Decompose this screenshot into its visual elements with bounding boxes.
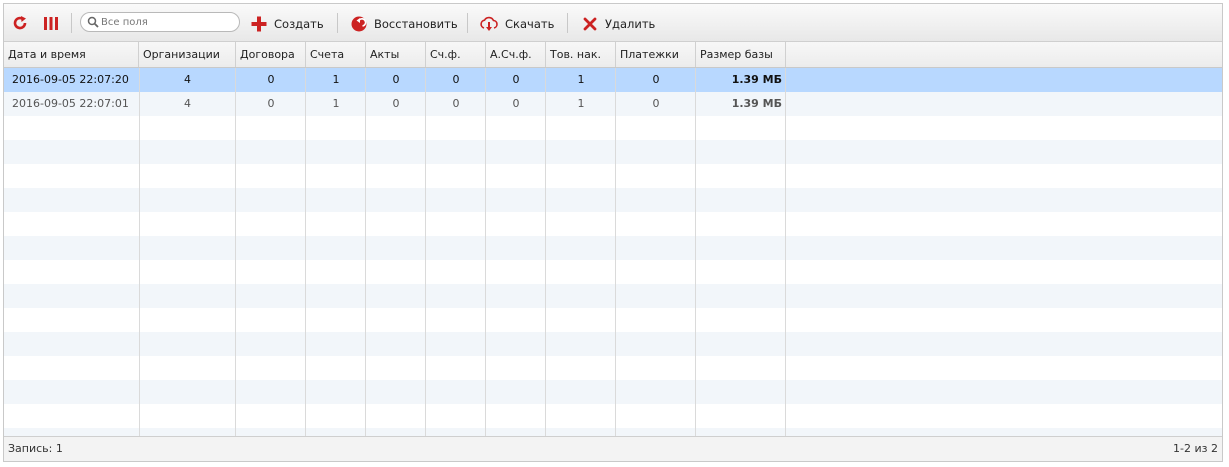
row-stripe xyxy=(4,188,1222,212)
column-divider xyxy=(139,68,140,438)
cell-payments: 0 xyxy=(652,73,660,86)
cell-datetime: 2016-09-05 22:07:20 xyxy=(12,73,129,86)
column-divider xyxy=(695,68,696,438)
column-header-contracts[interactable]: Договора xyxy=(236,42,306,67)
toolbar-separator xyxy=(467,13,468,33)
delete-x-icon xyxy=(581,15,599,33)
cell-organizations: 4 xyxy=(184,73,191,86)
column-divider xyxy=(235,68,236,438)
column-header-advance-tax-invoices[interactable]: А.Сч.ф. xyxy=(486,42,546,67)
column-header-datetime[interactable]: Дата и время xyxy=(4,42,139,67)
column-divider xyxy=(615,68,616,438)
column-divider xyxy=(785,68,786,438)
cell-tax-invoices: 0 xyxy=(452,73,460,86)
grid-footer: Запись: 1 1-2 из 2 xyxy=(4,436,1222,461)
table-row[interactable]: 2016-09-05 22:07:01 4 0 1 0 0 0 1 0 1.39… xyxy=(4,92,1222,116)
column-header-db-size[interactable]: Размер базы xyxy=(696,42,786,67)
cell-organizations: 4 xyxy=(184,97,191,110)
row-stripe xyxy=(4,380,1222,404)
row-stripe xyxy=(4,236,1222,260)
column-divider xyxy=(485,68,486,438)
cell-tax-invoices: 0 xyxy=(452,97,460,110)
cell-contracts: 0 xyxy=(267,73,275,86)
column-divider xyxy=(305,68,306,438)
cell-payments: 0 xyxy=(652,97,660,110)
backup-grid-panel: Создать Восстановить Скача xyxy=(3,3,1223,462)
toolbar-separator xyxy=(567,13,568,33)
column-header-acts[interactable]: Акты xyxy=(366,42,426,67)
create-button[interactable]: Создать xyxy=(250,13,324,35)
refresh-icon[interactable] xyxy=(11,14,29,32)
cell-db-size: 1.39 МБ xyxy=(731,73,782,86)
plus-icon xyxy=(250,15,268,33)
delete-button[interactable]: Удалить xyxy=(581,13,655,35)
delete-button-label: Удалить xyxy=(605,17,656,31)
column-header-tax-invoices[interactable]: Сч.ф. xyxy=(426,42,486,67)
column-divider xyxy=(425,68,426,438)
cell-advance-tax-invoices: 0 xyxy=(512,97,520,110)
toolbar-separator xyxy=(337,13,338,33)
grid-body: 2016-09-05 22:07:20 4 0 1 0 0 0 1 0 1.39… xyxy=(4,68,1222,438)
create-button-label: Создать xyxy=(274,17,324,31)
record-indicator: Запись: 1 xyxy=(8,442,63,455)
search-box[interactable] xyxy=(80,12,240,32)
cell-datetime: 2016-09-05 22:07:01 xyxy=(12,97,129,110)
column-divider xyxy=(545,68,546,438)
row-stripe xyxy=(4,284,1222,308)
cell-invoices: 1 xyxy=(332,97,340,110)
table-row[interactable]: 2016-09-05 22:07:20 4 0 1 0 0 0 1 0 1.39… xyxy=(4,68,1222,92)
column-header-invoices[interactable]: Счета xyxy=(306,42,366,67)
restore-button[interactable]: Восстановить xyxy=(350,13,458,35)
restore-button-label: Восстановить xyxy=(374,17,458,31)
grid-header: Дата и время Организации Договора Счета … xyxy=(4,42,1222,68)
column-header-organizations[interactable]: Организации xyxy=(139,42,236,67)
search-icon xyxy=(87,16,99,31)
restore-icon xyxy=(350,15,368,33)
row-stripe xyxy=(4,332,1222,356)
download-cloud-icon xyxy=(479,15,499,33)
toolbar-separator xyxy=(71,13,72,33)
column-header-payments[interactable]: Платежки xyxy=(616,42,696,67)
cell-db-size: 1.39 МБ xyxy=(731,97,782,110)
cell-contracts: 0 xyxy=(267,97,275,110)
column-header-waybills[interactable]: Тов. нак. xyxy=(546,42,616,67)
download-button-label: Скачать xyxy=(505,17,555,31)
cell-acts: 0 xyxy=(392,97,400,110)
column-divider xyxy=(365,68,366,438)
download-button[interactable]: Скачать xyxy=(479,13,554,35)
row-stripe xyxy=(4,140,1222,164)
toolbar: Создать Восстановить Скача xyxy=(4,4,1222,42)
cell-acts: 0 xyxy=(392,73,400,86)
cell-waybills: 1 xyxy=(577,73,585,86)
cell-invoices: 1 xyxy=(332,73,340,86)
columns-icon[interactable] xyxy=(42,14,60,32)
cell-advance-tax-invoices: 0 xyxy=(512,73,520,86)
page-range: 1-2 из 2 xyxy=(1173,442,1218,455)
search-input[interactable] xyxy=(101,14,231,30)
cell-waybills: 1 xyxy=(577,97,585,110)
